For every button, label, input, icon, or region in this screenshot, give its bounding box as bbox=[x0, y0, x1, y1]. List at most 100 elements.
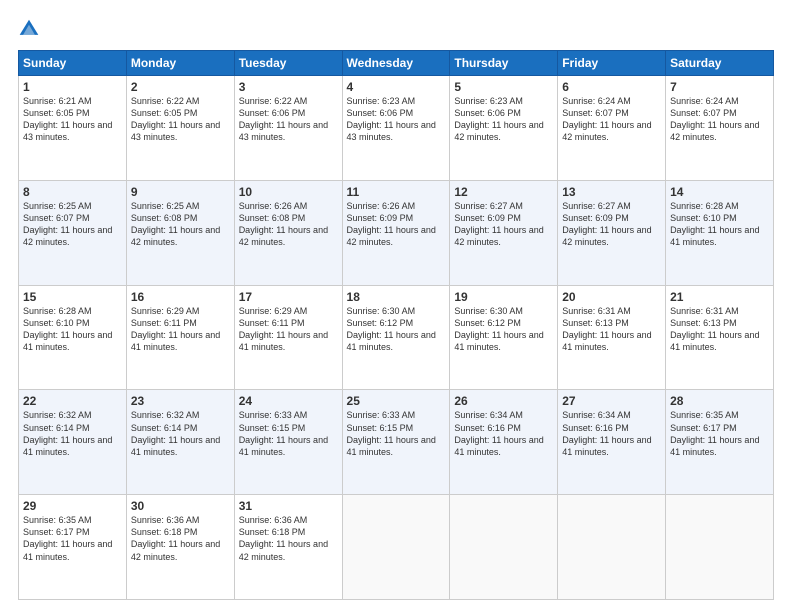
day-number: 24 bbox=[239, 394, 338, 408]
day-number: 23 bbox=[131, 394, 230, 408]
weekday-header-row: SundayMondayTuesdayWednesdayThursdayFrid… bbox=[19, 51, 774, 76]
day-info: Sunrise: 6:28 AMSunset: 6:10 PMDaylight:… bbox=[670, 200, 769, 249]
calendar-cell: 7Sunrise: 6:24 AMSunset: 6:07 PMDaylight… bbox=[666, 76, 774, 181]
day-number: 15 bbox=[23, 290, 122, 304]
day-info: Sunrise: 6:28 AMSunset: 6:10 PMDaylight:… bbox=[23, 305, 122, 354]
calendar-cell: 30Sunrise: 6:36 AMSunset: 6:18 PMDayligh… bbox=[126, 495, 234, 600]
weekday-header-saturday: Saturday bbox=[666, 51, 774, 76]
calendar-cell: 12Sunrise: 6:27 AMSunset: 6:09 PMDayligh… bbox=[450, 180, 558, 285]
calendar-cell: 16Sunrise: 6:29 AMSunset: 6:11 PMDayligh… bbox=[126, 285, 234, 390]
calendar-cell: 5Sunrise: 6:23 AMSunset: 6:06 PMDaylight… bbox=[450, 76, 558, 181]
day-info: Sunrise: 6:30 AMSunset: 6:12 PMDaylight:… bbox=[347, 305, 446, 354]
day-info: Sunrise: 6:23 AMSunset: 6:06 PMDaylight:… bbox=[347, 95, 446, 144]
day-info: Sunrise: 6:21 AMSunset: 6:05 PMDaylight:… bbox=[23, 95, 122, 144]
day-info: Sunrise: 6:25 AMSunset: 6:08 PMDaylight:… bbox=[131, 200, 230, 249]
day-info: Sunrise: 6:36 AMSunset: 6:18 PMDaylight:… bbox=[239, 514, 338, 563]
calendar-cell: 28Sunrise: 6:35 AMSunset: 6:17 PMDayligh… bbox=[666, 390, 774, 495]
calendar-cell bbox=[558, 495, 666, 600]
calendar-week-4: 22Sunrise: 6:32 AMSunset: 6:14 PMDayligh… bbox=[19, 390, 774, 495]
calendar-cell: 8Sunrise: 6:25 AMSunset: 6:07 PMDaylight… bbox=[19, 180, 127, 285]
calendar-cell: 11Sunrise: 6:26 AMSunset: 6:09 PMDayligh… bbox=[342, 180, 450, 285]
calendar-cell: 9Sunrise: 6:25 AMSunset: 6:08 PMDaylight… bbox=[126, 180, 234, 285]
calendar-cell: 2Sunrise: 6:22 AMSunset: 6:05 PMDaylight… bbox=[126, 76, 234, 181]
day-number: 5 bbox=[454, 80, 553, 94]
day-info: Sunrise: 6:33 AMSunset: 6:15 PMDaylight:… bbox=[347, 409, 446, 458]
day-number: 9 bbox=[131, 185, 230, 199]
calendar-cell: 14Sunrise: 6:28 AMSunset: 6:10 PMDayligh… bbox=[666, 180, 774, 285]
weekday-header-tuesday: Tuesday bbox=[234, 51, 342, 76]
page: SundayMondayTuesdayWednesdayThursdayFrid… bbox=[0, 0, 792, 612]
day-info: Sunrise: 6:27 AMSunset: 6:09 PMDaylight:… bbox=[562, 200, 661, 249]
day-info: Sunrise: 6:29 AMSunset: 6:11 PMDaylight:… bbox=[131, 305, 230, 354]
weekday-header-friday: Friday bbox=[558, 51, 666, 76]
calendar-cell: 26Sunrise: 6:34 AMSunset: 6:16 PMDayligh… bbox=[450, 390, 558, 495]
day-info: Sunrise: 6:22 AMSunset: 6:05 PMDaylight:… bbox=[131, 95, 230, 144]
day-number: 21 bbox=[670, 290, 769, 304]
day-info: Sunrise: 6:27 AMSunset: 6:09 PMDaylight:… bbox=[454, 200, 553, 249]
calendar-cell: 19Sunrise: 6:30 AMSunset: 6:12 PMDayligh… bbox=[450, 285, 558, 390]
calendar-cell: 18Sunrise: 6:30 AMSunset: 6:12 PMDayligh… bbox=[342, 285, 450, 390]
calendar-cell: 13Sunrise: 6:27 AMSunset: 6:09 PMDayligh… bbox=[558, 180, 666, 285]
day-number: 22 bbox=[23, 394, 122, 408]
day-number: 4 bbox=[347, 80, 446, 94]
calendar-cell: 10Sunrise: 6:26 AMSunset: 6:08 PMDayligh… bbox=[234, 180, 342, 285]
calendar-cell: 3Sunrise: 6:22 AMSunset: 6:06 PMDaylight… bbox=[234, 76, 342, 181]
day-number: 29 bbox=[23, 499, 122, 513]
logo bbox=[18, 18, 44, 40]
day-number: 14 bbox=[670, 185, 769, 199]
day-info: Sunrise: 6:35 AMSunset: 6:17 PMDaylight:… bbox=[670, 409, 769, 458]
calendar-week-3: 15Sunrise: 6:28 AMSunset: 6:10 PMDayligh… bbox=[19, 285, 774, 390]
day-number: 18 bbox=[347, 290, 446, 304]
weekday-header-wednesday: Wednesday bbox=[342, 51, 450, 76]
day-info: Sunrise: 6:22 AMSunset: 6:06 PMDaylight:… bbox=[239, 95, 338, 144]
day-number: 25 bbox=[347, 394, 446, 408]
day-info: Sunrise: 6:24 AMSunset: 6:07 PMDaylight:… bbox=[562, 95, 661, 144]
day-number: 28 bbox=[670, 394, 769, 408]
calendar-cell: 22Sunrise: 6:32 AMSunset: 6:14 PMDayligh… bbox=[19, 390, 127, 495]
day-number: 10 bbox=[239, 185, 338, 199]
calendar-week-2: 8Sunrise: 6:25 AMSunset: 6:07 PMDaylight… bbox=[19, 180, 774, 285]
calendar-cell: 17Sunrise: 6:29 AMSunset: 6:11 PMDayligh… bbox=[234, 285, 342, 390]
day-info: Sunrise: 6:32 AMSunset: 6:14 PMDaylight:… bbox=[23, 409, 122, 458]
calendar-cell: 15Sunrise: 6:28 AMSunset: 6:10 PMDayligh… bbox=[19, 285, 127, 390]
day-info: Sunrise: 6:32 AMSunset: 6:14 PMDaylight:… bbox=[131, 409, 230, 458]
calendar-week-1: 1Sunrise: 6:21 AMSunset: 6:05 PMDaylight… bbox=[19, 76, 774, 181]
day-number: 26 bbox=[454, 394, 553, 408]
day-info: Sunrise: 6:36 AMSunset: 6:18 PMDaylight:… bbox=[131, 514, 230, 563]
calendar-cell: 20Sunrise: 6:31 AMSunset: 6:13 PMDayligh… bbox=[558, 285, 666, 390]
calendar-table: SundayMondayTuesdayWednesdayThursdayFrid… bbox=[18, 50, 774, 600]
day-number: 13 bbox=[562, 185, 661, 199]
day-info: Sunrise: 6:23 AMSunset: 6:06 PMDaylight:… bbox=[454, 95, 553, 144]
calendar-cell: 6Sunrise: 6:24 AMSunset: 6:07 PMDaylight… bbox=[558, 76, 666, 181]
day-info: Sunrise: 6:30 AMSunset: 6:12 PMDaylight:… bbox=[454, 305, 553, 354]
day-info: Sunrise: 6:24 AMSunset: 6:07 PMDaylight:… bbox=[670, 95, 769, 144]
calendar-cell bbox=[666, 495, 774, 600]
day-info: Sunrise: 6:34 AMSunset: 6:16 PMDaylight:… bbox=[562, 409, 661, 458]
day-info: Sunrise: 6:29 AMSunset: 6:11 PMDaylight:… bbox=[239, 305, 338, 354]
header bbox=[18, 18, 774, 40]
day-number: 12 bbox=[454, 185, 553, 199]
day-number: 1 bbox=[23, 80, 122, 94]
day-info: Sunrise: 6:31 AMSunset: 6:13 PMDaylight:… bbox=[562, 305, 661, 354]
day-info: Sunrise: 6:31 AMSunset: 6:13 PMDaylight:… bbox=[670, 305, 769, 354]
logo-icon bbox=[18, 18, 40, 40]
day-number: 16 bbox=[131, 290, 230, 304]
calendar-cell: 24Sunrise: 6:33 AMSunset: 6:15 PMDayligh… bbox=[234, 390, 342, 495]
calendar-cell bbox=[450, 495, 558, 600]
calendar-cell: 1Sunrise: 6:21 AMSunset: 6:05 PMDaylight… bbox=[19, 76, 127, 181]
day-info: Sunrise: 6:35 AMSunset: 6:17 PMDaylight:… bbox=[23, 514, 122, 563]
calendar-cell: 29Sunrise: 6:35 AMSunset: 6:17 PMDayligh… bbox=[19, 495, 127, 600]
weekday-header-thursday: Thursday bbox=[450, 51, 558, 76]
day-number: 11 bbox=[347, 185, 446, 199]
calendar-cell: 27Sunrise: 6:34 AMSunset: 6:16 PMDayligh… bbox=[558, 390, 666, 495]
day-number: 19 bbox=[454, 290, 553, 304]
day-info: Sunrise: 6:34 AMSunset: 6:16 PMDaylight:… bbox=[454, 409, 553, 458]
day-number: 6 bbox=[562, 80, 661, 94]
calendar-cell: 31Sunrise: 6:36 AMSunset: 6:18 PMDayligh… bbox=[234, 495, 342, 600]
weekday-header-sunday: Sunday bbox=[19, 51, 127, 76]
day-info: Sunrise: 6:26 AMSunset: 6:08 PMDaylight:… bbox=[239, 200, 338, 249]
calendar-cell: 25Sunrise: 6:33 AMSunset: 6:15 PMDayligh… bbox=[342, 390, 450, 495]
day-number: 17 bbox=[239, 290, 338, 304]
day-number: 30 bbox=[131, 499, 230, 513]
day-info: Sunrise: 6:33 AMSunset: 6:15 PMDaylight:… bbox=[239, 409, 338, 458]
